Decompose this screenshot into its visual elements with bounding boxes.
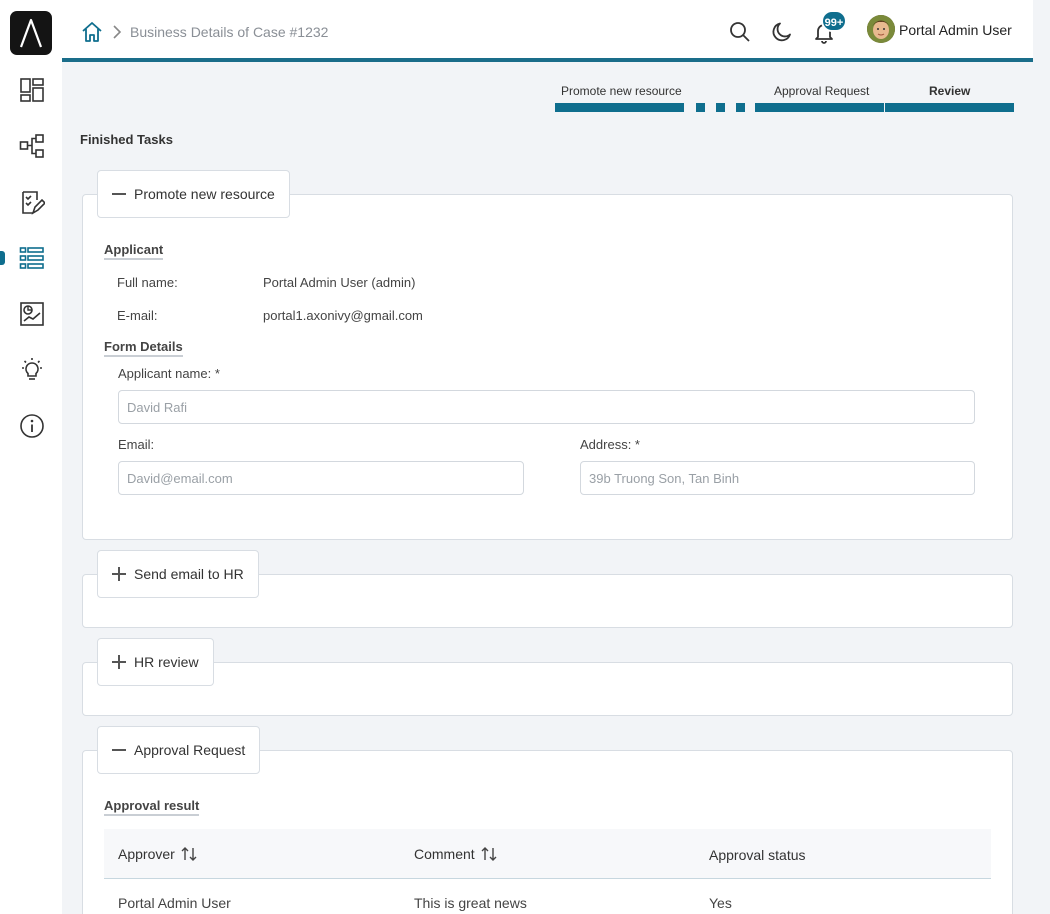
plus-icon bbox=[112, 655, 126, 669]
user-photo-icon bbox=[867, 15, 895, 43]
toggle-promote-new-resource[interactable]: Promote new resource bbox=[97, 170, 290, 218]
full-name-label: Full name: bbox=[117, 275, 178, 290]
email-value: portal1.axonivy@gmail.com bbox=[263, 308, 423, 323]
toggle-label: Send email to HR bbox=[134, 566, 244, 582]
top-bar: Business Details of Case #1232 99+ Porta… bbox=[62, 0, 1033, 62]
approval-result-heading: Approval result bbox=[104, 798, 200, 816]
sidebar-item-dashboard[interactable] bbox=[16, 74, 48, 106]
toggle-label: Promote new resource bbox=[134, 186, 275, 202]
column-header-comment[interactable]: Comment bbox=[414, 846, 498, 862]
form-details-heading: Form Details bbox=[104, 339, 183, 357]
plus-icon bbox=[112, 567, 126, 581]
step-label-approval: Approval Request bbox=[774, 84, 870, 98]
logo-icon bbox=[19, 18, 43, 48]
sidebar-item-cases[interactable] bbox=[16, 242, 48, 274]
dark-mode-icon[interactable] bbox=[770, 20, 794, 44]
active-nav-indicator bbox=[0, 251, 5, 265]
step-dot bbox=[736, 103, 745, 112]
home-icon[interactable] bbox=[80, 20, 104, 44]
sidebar-item-statistics[interactable] bbox=[16, 298, 48, 330]
sidebar-item-processes[interactable] bbox=[16, 130, 48, 162]
dashboard-icon bbox=[20, 78, 44, 102]
task-list-icon bbox=[22, 191, 45, 215]
cell-approval-status: Yes bbox=[709, 895, 732, 911]
step-label-promote: Promote new resource bbox=[561, 84, 682, 98]
column-label: Approver bbox=[118, 846, 175, 862]
sidebar-item-ideas[interactable] bbox=[16, 354, 48, 386]
info-icon bbox=[20, 414, 44, 438]
sidebar-item-about[interactable] bbox=[16, 410, 48, 442]
avatar[interactable] bbox=[867, 15, 895, 43]
sort-icon bbox=[481, 847, 497, 861]
sidebar bbox=[0, 0, 62, 914]
column-label: Approval status bbox=[709, 847, 806, 863]
column-header-approval-status[interactable]: Approval status bbox=[709, 847, 806, 863]
full-name-value: Portal Admin User (admin) bbox=[263, 275, 416, 290]
step-label-review: Review bbox=[929, 84, 971, 98]
column-label: Comment bbox=[414, 846, 475, 862]
user-name[interactable]: Portal Admin User bbox=[899, 22, 1012, 38]
toggle-label: HR review bbox=[134, 654, 199, 670]
toggle-hr-review[interactable]: HR review bbox=[97, 638, 214, 686]
step-bar-approval bbox=[755, 103, 884, 112]
step-bar-review bbox=[885, 103, 1014, 112]
case-list-icon bbox=[19, 247, 44, 269]
email-field[interactable] bbox=[118, 461, 524, 495]
step-bar-promote bbox=[555, 103, 684, 112]
process-icon bbox=[19, 134, 44, 158]
step-dot bbox=[696, 103, 705, 112]
applicant-name-input[interactable] bbox=[118, 390, 975, 424]
minus-icon bbox=[112, 743, 126, 757]
panel-hr-review bbox=[82, 662, 1013, 716]
cell-approver: Portal Admin User bbox=[118, 895, 231, 911]
address-label: Address: * bbox=[580, 437, 640, 452]
email-field-label: Email: bbox=[118, 437, 155, 452]
cell-comment: This is great news bbox=[414, 895, 527, 911]
step-dot bbox=[716, 103, 725, 112]
statistics-icon bbox=[20, 302, 44, 326]
section-title: Finished Tasks bbox=[80, 132, 173, 147]
idea-icon bbox=[22, 358, 42, 380]
toggle-label: Approval Request bbox=[134, 742, 246, 758]
axon-ivy-logo[interactable] bbox=[10, 11, 52, 55]
sidebar-item-tasks[interactable] bbox=[16, 186, 48, 218]
chevron-right-icon bbox=[113, 25, 122, 39]
notification-badge: 99+ bbox=[821, 10, 847, 32]
search-icon[interactable] bbox=[728, 20, 752, 44]
sort-icon bbox=[181, 847, 197, 861]
minus-icon bbox=[112, 187, 126, 201]
toggle-approval-request[interactable]: Approval Request bbox=[97, 726, 261, 774]
applicant-heading: Applicant bbox=[104, 242, 164, 260]
address-input[interactable] bbox=[580, 461, 975, 495]
approval-table-header: Approver Comment Approval status bbox=[104, 829, 991, 879]
breadcrumb: Business Details of Case #1232 bbox=[130, 24, 329, 40]
toggle-send-email-to-hr[interactable]: Send email to HR bbox=[97, 550, 259, 598]
applicant-name-label: Applicant name: * bbox=[118, 366, 220, 381]
email-label: E-mail: bbox=[117, 308, 158, 323]
column-header-approver[interactable]: Approver bbox=[118, 846, 198, 862]
